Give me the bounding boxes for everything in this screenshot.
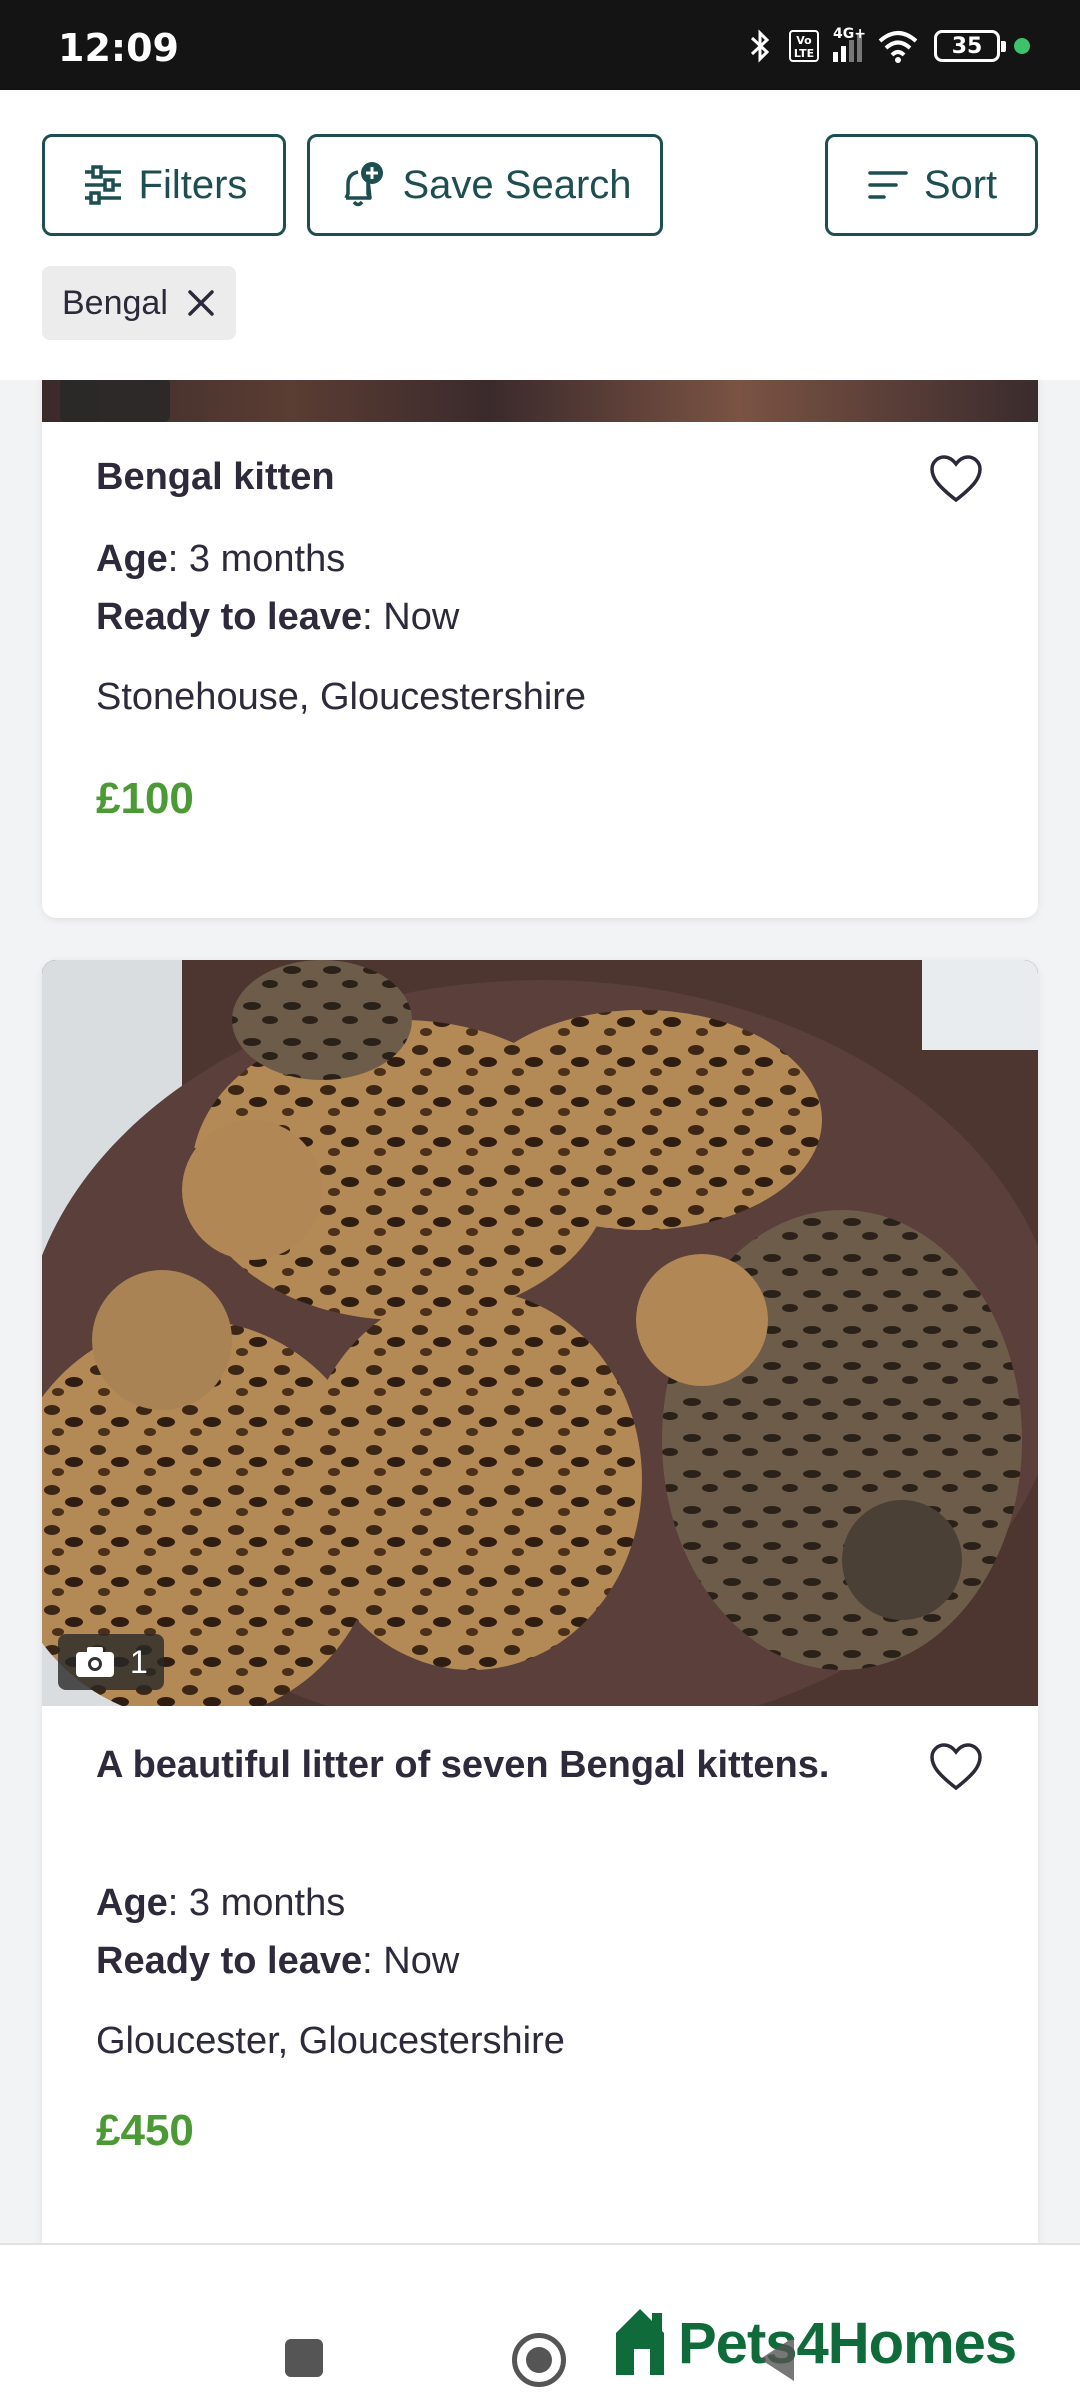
battery-icon: 35	[934, 30, 1006, 62]
heart-icon[interactable]	[928, 452, 984, 508]
cellular-signal-icon: 4G+	[833, 26, 866, 62]
photo-count: 1	[130, 1643, 148, 1680]
ready-label: Ready to leave	[96, 1940, 363, 1982]
listing-title[interactable]: A beautiful litter of seven Bengal kitte…	[96, 1736, 896, 1794]
age-value: : 3 months	[167, 538, 346, 580]
brand-name: Pets4Homes	[678, 2311, 1017, 2376]
recents-nav-icon[interactable]	[285, 2339, 323, 2377]
bottom-bar: Pets4Homes	[0, 2243, 1080, 2401]
listing-location: Stonehouse, Gloucestershire	[96, 676, 587, 718]
sliders-icon	[84, 165, 121, 205]
ready-line: Ready to leave: Now	[96, 596, 459, 639]
sort-lines-icon	[868, 171, 908, 199]
ready-line: Ready to leave: Now	[96, 1940, 459, 1983]
brand-logo[interactable]: Pets4Homes	[612, 2303, 1017, 2377]
home-nav-icon[interactable]	[512, 2333, 566, 2387]
privacy-indicator-dot	[1014, 38, 1030, 54]
heart-icon[interactable]	[928, 1740, 984, 1796]
listing-details: A beautiful litter of seven Bengal kitte…	[42, 1706, 1038, 2260]
sort-button[interactable]: Sort	[825, 134, 1038, 236]
age-label: Age	[96, 1882, 168, 1924]
filter-chip-label: Bengal	[62, 283, 168, 322]
photo-count-badge	[60, 378, 170, 422]
save-search-button[interactable]: Save Search	[307, 134, 663, 236]
close-icon[interactable]	[186, 288, 216, 318]
back-nav-icon[interactable]	[760, 2337, 794, 2381]
filter-header: Filters Save Search Sort Bengal	[0, 90, 1080, 380]
status-icons: Vo LTE 4G+ 35	[745, 26, 1030, 64]
bell-plus-icon	[344, 162, 384, 207]
status-time: 12:09	[58, 26, 179, 70]
house-logo-icon	[616, 2309, 664, 2375]
ready-value: : Now	[362, 1940, 460, 1982]
save-search-label: Save Search	[402, 162, 632, 207]
photo-count-badge: 1	[58, 1634, 164, 1690]
filters-button[interactable]: Filters	[42, 134, 286, 236]
ready-value: : Now	[362, 596, 460, 638]
listing-location: Gloucester, Gloucestershire	[96, 2020, 565, 2062]
listing-title[interactable]: Bengal kitten	[96, 448, 896, 506]
age-value: : 3 months	[167, 1882, 346, 1924]
listing-photo[interactable]: 1	[42, 960, 1038, 1706]
age-line: Age: 3 months	[96, 1882, 345, 1925]
filters-label: Filters	[138, 162, 248, 207]
volte-icon: Vo LTE	[789, 30, 819, 62]
bluetooth-icon	[750, 29, 770, 63]
battery-level: 35	[951, 33, 983, 59]
sort-label: Sort	[923, 162, 998, 207]
network-type-label: 4G+	[833, 26, 866, 42]
active-filter-chip[interactable]: Bengal	[42, 266, 236, 340]
listing-price: £450	[96, 2106, 194, 2155]
listing-details: Bengal kitten Age: 3 months Ready to lea…	[42, 422, 1038, 918]
age-label: Age	[96, 538, 168, 580]
status-bar: 12:09 Vo LTE 4G+ 35	[0, 0, 1080, 90]
camera-icon	[76, 1647, 114, 1677]
ready-label: Ready to leave	[96, 596, 363, 638]
age-line: Age: 3 months	[96, 538, 345, 581]
listing-card[interactable]: 1 A beautiful litter of seven Bengal kit…	[42, 960, 1038, 2260]
wifi-icon	[878, 31, 918, 63]
kittens-photo	[42, 960, 1038, 1706]
listing-price: £100	[96, 774, 194, 823]
